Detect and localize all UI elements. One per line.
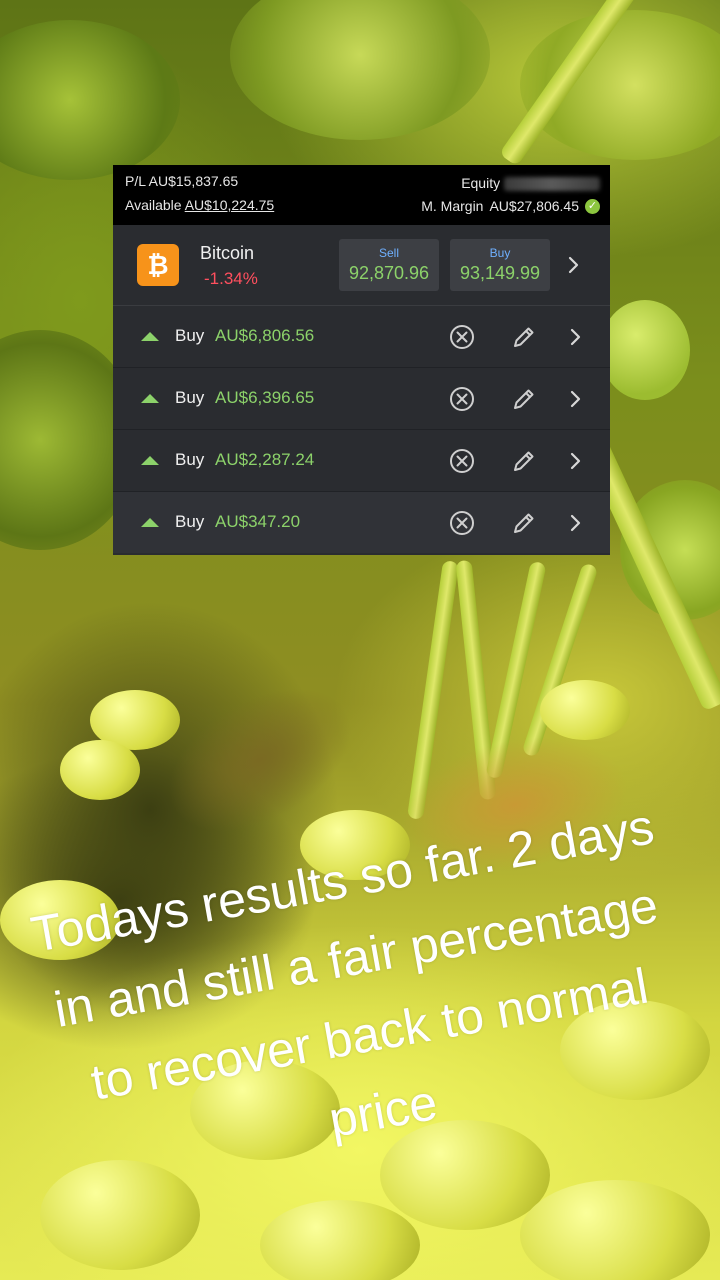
edit-pencil-icon[interactable] [510,509,538,537]
close-position-icon[interactable] [448,323,476,351]
chevron-right-icon[interactable] [562,509,590,537]
position-amount: AU$347.20 [215,512,301,531]
available-label: Available [125,197,182,213]
sell-button[interactable]: Sell 92,870.96 [339,239,439,291]
instrument-name: Bitcoin [200,243,255,263]
pebble [520,1180,710,1280]
position-side: Buy [175,512,205,531]
instrument-row[interactable]: ₿ Bitcoin -1.34% Sell 92,870.96 Buy 93,1… [113,225,610,306]
chevron-right-icon[interactable] [562,447,590,475]
position-amount: AU$2,287.24 [215,450,315,469]
available-value[interactable]: AU$10,224.75 [185,197,275,213]
sell-price: 92,870.96 [348,263,430,283]
position-side: Buy [175,388,205,407]
pl-label: P/L [125,173,146,189]
edit-pencil-icon[interactable] [510,447,538,475]
buy-price: 93,149.99 [459,263,541,283]
pebble [60,740,140,800]
margin-value: AU$27,806.45 [489,198,579,214]
chevron-right-icon[interactable] [562,323,590,351]
edit-pencil-icon[interactable] [510,385,538,413]
up-arrow-icon [141,456,159,465]
close-position-icon[interactable] [448,385,476,413]
buy-label: Buy [489,246,511,260]
up-arrow-icon [141,394,159,403]
position-side: Buy [175,450,205,469]
plant-leaf [0,20,180,180]
available-readout: Available AU$10,224.75 [125,197,274,213]
margin-readout: M. Margin AU$27,806.45 ✓ [421,198,600,214]
up-arrow-icon [141,518,159,527]
position-row[interactable]: Buy AU$6,396.65 [113,368,610,430]
bitcoin-icon: ₿ [137,244,179,286]
instrument-change: -1.34% [204,269,258,288]
edit-pencil-icon[interactable] [510,323,538,351]
close-position-icon[interactable] [448,447,476,475]
plant-leaf [230,0,490,140]
equity-readout: Equity [461,175,600,192]
position-amount: AU$6,396.65 [215,388,315,407]
position-row[interactable]: Buy AU$6,806.56 [113,306,610,368]
equity-value-redacted [504,177,600,192]
plant-leaf [600,300,690,400]
position-side: Buy [175,326,205,345]
position-row[interactable]: Buy AU$2,287.24 [113,430,610,492]
position-amount: AU$6,806.56 [215,326,315,345]
up-arrow-icon [141,332,159,341]
buy-button[interactable]: Buy 93,149.99 [450,239,550,291]
account-summary-bar: P/L AU$15,837.65 Available AU$10,224.75 … [113,165,610,225]
margin-label: M. Margin [421,198,484,214]
pl-readout: P/L AU$15,837.65 [125,173,238,189]
position-row[interactable]: Buy AU$347.20 [113,492,610,553]
equity-label: Equity [461,175,501,191]
chevron-right-icon[interactable] [560,251,588,279]
chevron-right-icon[interactable] [562,385,590,413]
pl-value: AU$15,837.65 [148,173,239,189]
pebble [260,1200,420,1280]
trading-panel: P/L AU$15,837.65 Available AU$10,224.75 … [113,165,610,555]
positions-list: Buy AU$6,806.56 Buy AU$6,396.65 Buy AU$2… [113,306,610,553]
close-position-icon[interactable] [448,509,476,537]
pebble [540,680,630,740]
sell-label: Sell [378,246,399,260]
check-icon: ✓ [585,198,600,214]
